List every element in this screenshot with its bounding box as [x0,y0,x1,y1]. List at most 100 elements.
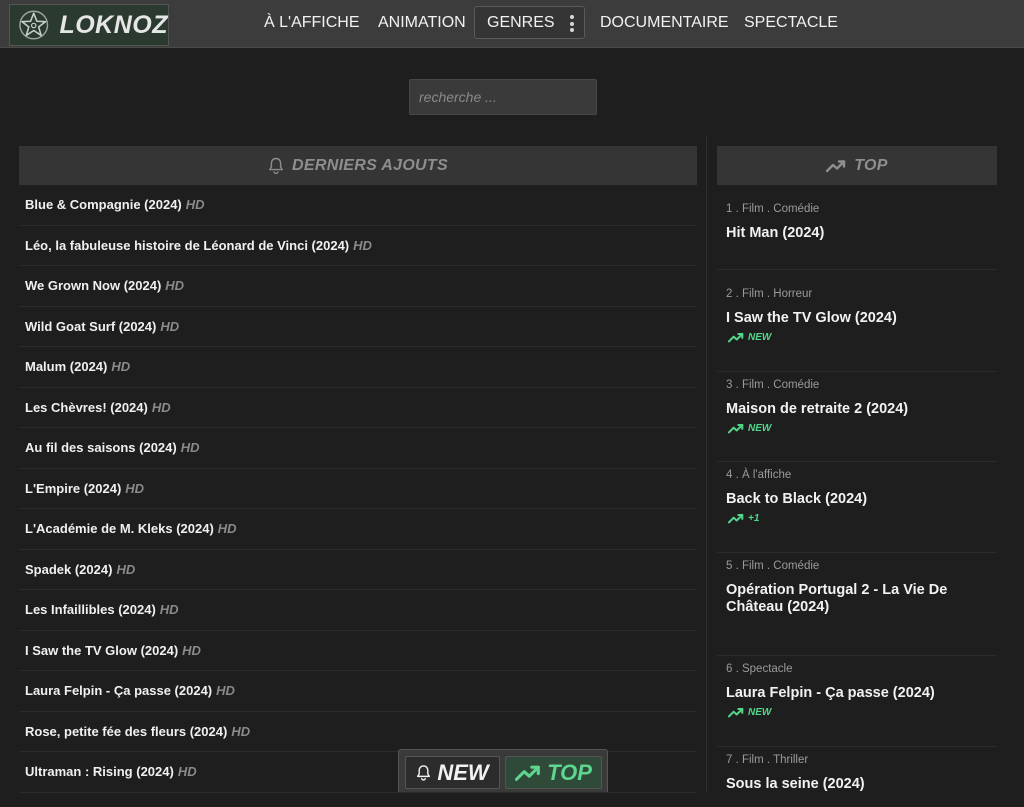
kebab-menu-icon [570,15,574,32]
column-divider [706,136,707,792]
trending-up-icon [826,159,846,172]
top-item-meta: 7 . Film . Thriller [726,754,809,766]
top-item-meta: 5 . Film . Comédie [726,560,820,572]
latest-item-title: Malum (2024) [25,359,108,375]
trend-badge: +1 [728,513,759,524]
top-item[interactable]: 4 . À l'affiche Back to Black (2024) +1 [717,462,997,553]
quality-badge: HD [182,642,201,658]
latest-item[interactable]: Au fil des saisons (2024) HD [19,428,697,469]
nav-spectacle[interactable]: SPECTACLE [744,14,838,32]
latest-item[interactable]: Rose, petite fée des fleurs (2024) HD [19,712,697,752]
quality-badge: HD [111,359,131,375]
trending-up-icon [515,765,540,781]
bell-icon [269,157,283,174]
latest-item-title: We Grown Now (2024) [25,278,162,294]
quality-badge: HD [116,561,136,577]
top-toggle-label: TOP [547,759,592,785]
top-item[interactable]: 6 . Spectacle Laura Felpin - Ça passe (20… [717,656,997,747]
top-item-meta: 6 . Spectacle [726,663,793,675]
site-logo[interactable]: LOKNOZ [9,4,169,46]
quality-badge: HD [177,764,197,780]
latest-item-title: Au fil des saisons (2024) [25,440,177,456]
new-toggle-label: NEW [437,759,489,785]
top-item[interactable]: 5 . Film . Comédie Opération Portugal 2 -… [717,553,997,656]
latest-item[interactable]: Blue & Compagnie (2024) HD [19,185,697,226]
latest-item-title: L'Académie de M. Kleks (2024) [25,521,214,537]
top-toggle-button[interactable]: TOP [505,756,602,789]
trend-badge-label: +1 [748,513,760,524]
top-item-title: Back to Black (2024) [726,491,868,507]
quality-badge: HD [159,602,179,618]
trending-up-icon [728,423,744,434]
logo-text: LOKNOZ [59,10,168,39]
trending-up-icon [728,707,744,718]
top-item-title: I Saw the TV Glow (2024) [726,310,897,326]
bell-icon [417,764,431,781]
top-navbar: LOKNOZ À L'AFFICHE ANIMATION GENRES DOCU… [0,0,1024,48]
trend-badge-label: NEW [748,423,772,434]
nav-genres-dropdown[interactable]: GENRES [474,6,585,39]
top-item-meta: 4 . À l'affiche [726,469,792,481]
top-item-meta: 2 . Film . Horreur [726,288,813,300]
search-input[interactable] [409,79,597,115]
latest-item[interactable]: Léo, la fabuleuse histoire de Léonard de… [19,226,697,266]
latest-list: Blue & Compagnie (2024) HD Léo, la fabuleu… [19,185,697,793]
top-heading: TOP [854,156,888,174]
top-item[interactable]: 3 . Film . Comédie Maison de retraite 2 (… [717,372,997,462]
latest-item-title: Les Chèvres! (2024) [25,399,148,415]
latest-item[interactable]: Les Infaillibles (2024) HD [19,590,697,631]
nav-animation[interactable]: ANIMATION [378,14,466,32]
trend-badge: NEW [728,423,771,434]
trending-up-icon [728,513,744,524]
trend-badge: NEW [728,707,771,718]
new-toggle-button[interactable]: NEW [405,756,500,789]
latest-item-title: Wild Goat Surf (2024) [25,318,157,334]
latest-item[interactable]: L'Académie de M. Kleks (2024) HD [19,509,697,550]
latest-item-title: Léo, la fabuleuse histoire de Léonard de… [25,237,350,253]
latest-item[interactable]: I Saw the TV Glow (2024) HD [19,631,697,671]
top-item-title: Sous la seine (2024) [726,776,865,792]
latest-item[interactable]: Malum (2024) HD [19,347,697,388]
top-panel-header: TOP [717,146,997,185]
latest-panel-header: DERNIERS AJOUTS [19,146,697,185]
top-item[interactable]: 2 . Film . Horreur I Saw the TV Glow (202… [717,281,997,372]
quality-badge: HD [231,723,251,739]
quality-badge: HD [353,237,372,253]
quality-badge: HD [216,683,235,699]
quality-badge: HD [217,521,237,537]
latest-item[interactable]: We Grown Now (2024) HD [19,266,697,307]
latest-item-title: Ultraman : Rising (2024) [25,764,174,780]
trend-badge-label: NEW [748,707,772,718]
trending-up-icon [728,332,744,343]
quality-badge: HD [125,480,145,496]
quality-badge: HD [185,197,205,213]
top-item[interactable]: 1 . Film . Comédie Hit Man (2024) [717,196,997,270]
latest-item-title: L'Empire (2024) [25,480,122,496]
quality-badge: HD [180,440,200,456]
latest-item[interactable]: Les Chèvres! (2024) HD [19,388,697,428]
floating-switch-bar: NEW TOP [398,749,608,792]
latest-item-title: Blue & Compagnie (2024) [25,197,182,213]
latest-item[interactable]: Laura Felpin - Ça passe (2024) HD [19,671,697,712]
latest-item[interactable]: Wild Goat Surf (2024) HD [19,307,697,347]
latest-item-title: Les Infaillibles (2024) [25,602,156,618]
latest-item[interactable]: Spadek (2024) HD [19,550,697,590]
latest-item[interactable]: L'Empire (2024) HD [19,469,697,509]
top-item-title: Opération Portugal 2 - La Vie De Château… [726,582,948,615]
quality-badge: HD [160,318,180,334]
quality-badge: HD [165,278,185,294]
top-item[interactable]: 7 . Film . Thriller Sous la seine (2024) [717,747,997,807]
latest-item-title: Rose, petite fée des fleurs (2024) [25,723,228,739]
latest-item-title: I Saw the TV Glow (2024) [25,642,179,658]
top-item-title: Maison de retraite 2 (2024) [726,401,909,417]
trend-badge-label: NEW [748,332,772,343]
nav-documentaire[interactable]: DOCUMENTAIRE [600,14,729,32]
nav-genres-label: GENRES [487,13,555,31]
latest-heading: DERNIERS AJOUTS [292,156,448,174]
quality-badge: HD [151,399,171,415]
top-item-title: Hit Man (2024) [726,225,825,241]
top-item-meta: 3 . Film . Comédie [726,379,820,391]
nav-a-l-affiche[interactable]: À L'AFFICHE [264,14,360,32]
latest-item-title: Laura Felpin - Ça passe (2024) [25,683,213,699]
top-item-title: Laura Felpin - Ça passe (2024) [726,685,935,701]
